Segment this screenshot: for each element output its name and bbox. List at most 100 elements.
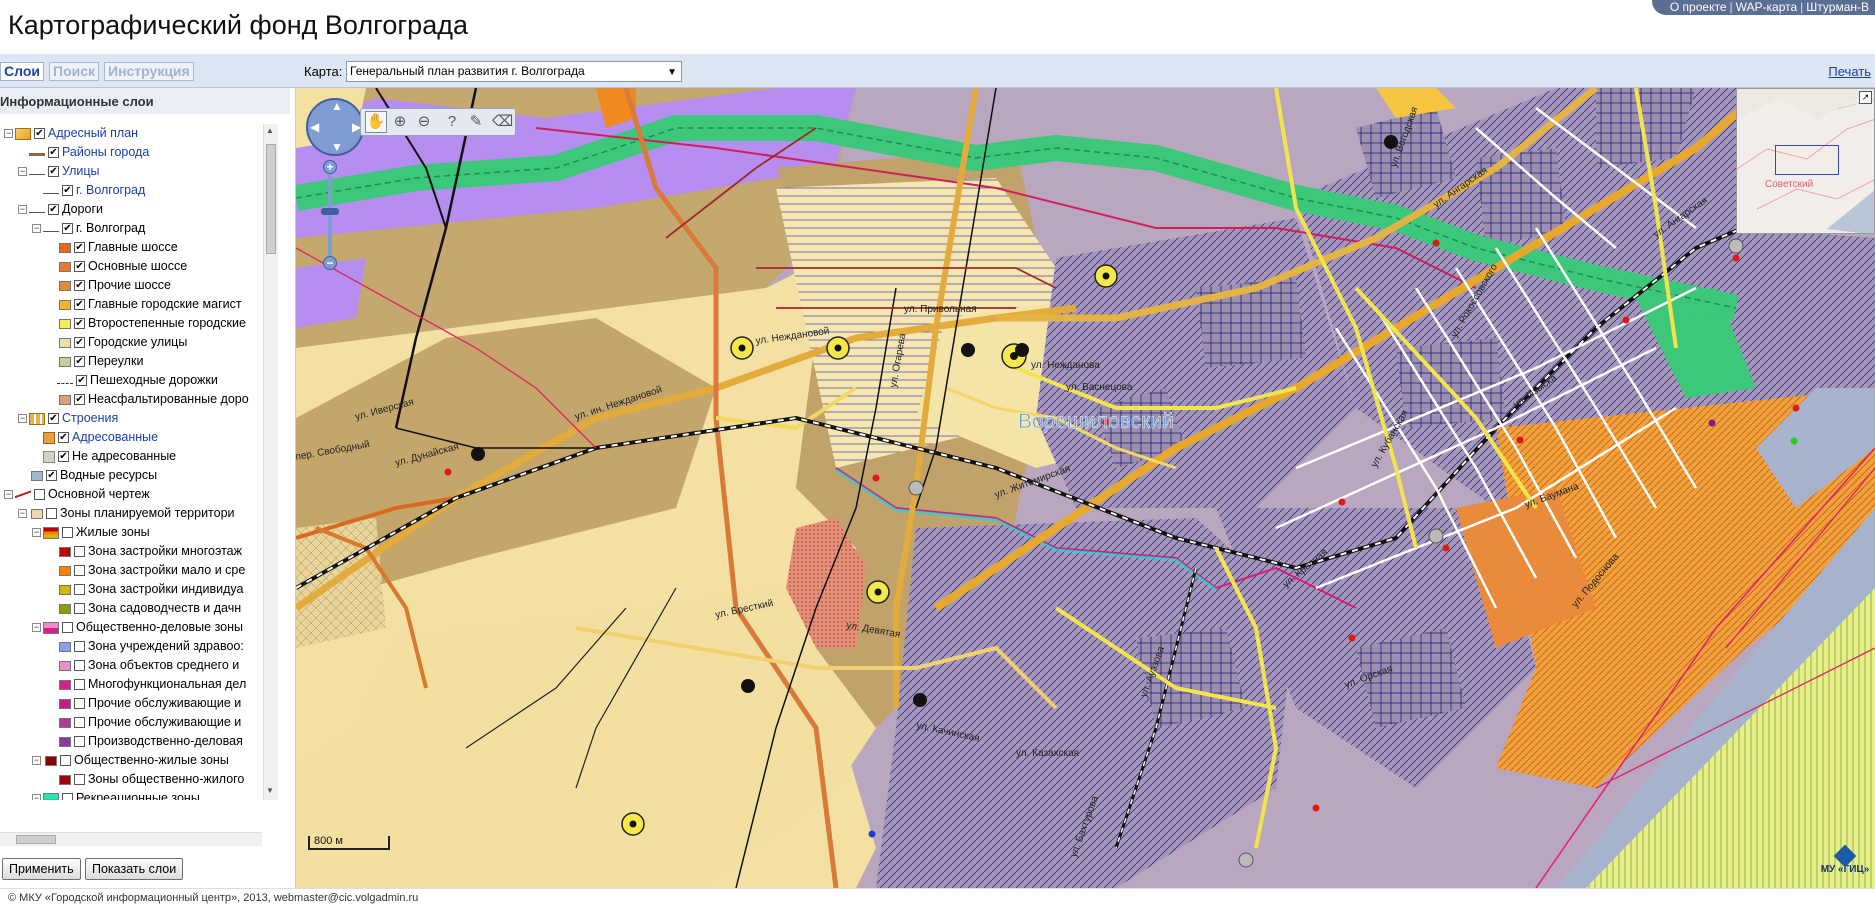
- map-canvas[interactable]: ул. Неждановой ул. Привольная ул. Неждан…: [296, 88, 1875, 888]
- layer-row[interactable]: Многофункциональная дел: [46, 675, 246, 694]
- layer-row[interactable]: − ✔ Адресный план: [4, 124, 138, 143]
- tab-instructions[interactable]: Инструкция: [104, 62, 194, 81]
- map-select[interactable]: Генеральный план развития г. Волгограда …: [346, 61, 682, 82]
- layer-row[interactable]: − Жилые зоны: [32, 523, 150, 542]
- layer-row[interactable]: Производственно-деловая: [46, 732, 243, 751]
- pan-hand-icon[interactable]: ✋: [365, 111, 387, 133]
- layer-row[interactable]: ✔ Городские улицы: [46, 333, 187, 352]
- eraser-icon[interactable]: ⌫: [491, 111, 513, 133]
- layer-checkbox[interactable]: [34, 489, 45, 501]
- layer-row[interactable]: − ✔ Дороги: [18, 200, 103, 219]
- layer-checkbox[interactable]: ✔: [48, 413, 59, 425]
- layer-row[interactable]: Зона садоводчеств и дачн: [46, 599, 241, 618]
- layer-row[interactable]: − Общественно-деловые зоны: [32, 618, 243, 637]
- layer-checkbox[interactable]: [74, 565, 85, 577]
- about-link[interactable]: О проекте: [1670, 0, 1727, 14]
- zoom-in-icon[interactable]: +: [323, 160, 337, 174]
- layer-row[interactable]: ✔ Переулки: [46, 352, 143, 371]
- collapse-icon[interactable]: −: [32, 623, 41, 633]
- layers-tree[interactable]: − ✔ Адресный план ✔ Районы города − ✔ Улицы ✔ г. …: [0, 124, 262, 800]
- layer-row[interactable]: ✔ Главные шоссе: [46, 238, 178, 257]
- layer-checkbox[interactable]: [74, 717, 85, 729]
- layer-checkbox[interactable]: ✔: [74, 337, 85, 349]
- pan-up-icon[interactable]: ▲: [331, 99, 343, 113]
- layer-checkbox[interactable]: [62, 793, 73, 800]
- layer-checkbox[interactable]: ✔: [48, 204, 59, 216]
- overview-extent[interactable]: [1775, 145, 1839, 175]
- layer-checkbox[interactable]: [46, 508, 57, 520]
- layer-row[interactable]: Зона учреждений здравоо:: [46, 637, 244, 656]
- layer-checkbox[interactable]: ✔: [48, 166, 59, 178]
- layer-row[interactable]: ✔ Водные ресурсы: [18, 466, 157, 485]
- layer-row[interactable]: Прочие обслуживающие и: [46, 713, 241, 732]
- layer-row[interactable]: − Рекреационные зоны: [32, 789, 200, 800]
- layer-checkbox[interactable]: [62, 622, 73, 634]
- map-view[interactable]: ул. Неждановой ул. Привольная ул. Неждан…: [296, 88, 1875, 888]
- layer-checkbox[interactable]: ✔: [74, 242, 85, 254]
- shturman-link[interactable]: Штурман-В: [1806, 0, 1869, 14]
- overview-toggle-icon[interactable]: ↗: [1859, 91, 1872, 104]
- layer-row[interactable]: − Основной чертеж: [4, 485, 150, 504]
- scroll-up-icon[interactable]: ▲: [266, 126, 274, 135]
- layer-row[interactable]: ✔ Неасфальтированные доро: [46, 390, 249, 409]
- tab-search[interactable]: Поиск: [49, 62, 100, 81]
- collapse-icon[interactable]: −: [32, 224, 41, 234]
- hscroll-thumb[interactable]: [16, 835, 56, 844]
- layer-row[interactable]: ✔ Прочие шоссе: [46, 276, 171, 295]
- zoom-out-icon[interactable]: −: [323, 256, 337, 270]
- layer-checkbox[interactable]: [74, 660, 85, 672]
- collapse-icon[interactable]: −: [18, 509, 27, 519]
- collapse-icon[interactable]: −: [32, 528, 41, 538]
- layer-row[interactable]: ✔ Главные городские магист: [46, 295, 242, 314]
- collapse-icon[interactable]: −: [18, 167, 27, 177]
- collapse-icon[interactable]: −: [32, 756, 41, 766]
- layer-row[interactable]: ✔ Адресованные: [32, 428, 158, 447]
- zoom-slider-knob[interactable]: [321, 208, 339, 215]
- tab-layers[interactable]: Слои: [0, 62, 44, 81]
- layer-row[interactable]: Прочие обслуживающие и: [46, 694, 241, 713]
- overview-map[interactable]: Советский ↗: [1736, 88, 1875, 234]
- scroll-thumb[interactable]: [266, 144, 276, 254]
- measure-ruler-icon[interactable]: ✎: [465, 111, 487, 133]
- layer-row[interactable]: − ✔ Строения: [18, 409, 118, 428]
- scroll-down-icon[interactable]: ▼: [266, 786, 274, 795]
- layer-row[interactable]: ✔ г. Волгоград: [32, 181, 145, 200]
- layer-checkbox[interactable]: ✔: [58, 432, 69, 444]
- layer-row[interactable]: Зона застройки мало и сре: [46, 561, 245, 580]
- layer-row[interactable]: − ✔ Улицы: [18, 162, 100, 181]
- zoom-in-tool-icon[interactable]: ⊕: [389, 111, 411, 133]
- layer-checkbox[interactable]: ✔: [74, 261, 85, 273]
- wap-map-link[interactable]: WAP-карта: [1736, 0, 1798, 14]
- layer-checkbox[interactable]: [60, 755, 71, 767]
- zoom-out-tool-icon[interactable]: ⊖: [413, 111, 435, 133]
- identify-icon[interactable]: ?: [441, 111, 463, 133]
- layer-checkbox[interactable]: [74, 546, 85, 558]
- collapse-icon[interactable]: −: [4, 490, 13, 500]
- tree-vertical-scrollbar[interactable]: ▲ ▼: [263, 124, 278, 800]
- layer-checkbox[interactable]: ✔: [46, 470, 57, 482]
- layer-checkbox[interactable]: ✔: [58, 451, 69, 463]
- layer-row[interactable]: Зона застройки многоэтаж: [46, 542, 242, 561]
- layer-row[interactable]: Зона объектов среднего и: [46, 656, 239, 675]
- pan-left-icon[interactable]: ◀: [310, 120, 319, 134]
- layer-checkbox[interactable]: ✔: [76, 375, 87, 387]
- layer-row[interactable]: − Зоны планируемой территори: [18, 504, 235, 523]
- collapse-icon[interactable]: −: [32, 794, 41, 800]
- layer-checkbox[interactable]: [74, 603, 85, 615]
- layer-checkbox[interactable]: ✔: [48, 147, 59, 159]
- layer-checkbox[interactable]: ✔: [62, 223, 73, 235]
- layer-checkbox[interactable]: [74, 679, 85, 691]
- pan-down-icon[interactable]: ▼: [331, 140, 343, 154]
- layer-checkbox[interactable]: [62, 527, 73, 539]
- layer-row[interactable]: − ✔ г. Волгоград: [32, 219, 145, 238]
- print-link[interactable]: Печать: [1828, 64, 1871, 79]
- layer-checkbox[interactable]: ✔: [74, 356, 85, 368]
- layer-row[interactable]: ✔ Основные шоссе: [46, 257, 187, 276]
- layer-checkbox[interactable]: [74, 698, 85, 710]
- layer-row[interactable]: Зона застройки индивидуа: [46, 580, 243, 599]
- layer-checkbox[interactable]: [74, 584, 85, 596]
- collapse-icon[interactable]: −: [18, 414, 27, 424]
- pan-control[interactable]: ▲ ▼ ◀ ▶: [306, 98, 364, 156]
- layer-checkbox[interactable]: ✔: [74, 318, 85, 330]
- layer-row[interactable]: ✔ Пешеходные дорожки: [46, 371, 218, 390]
